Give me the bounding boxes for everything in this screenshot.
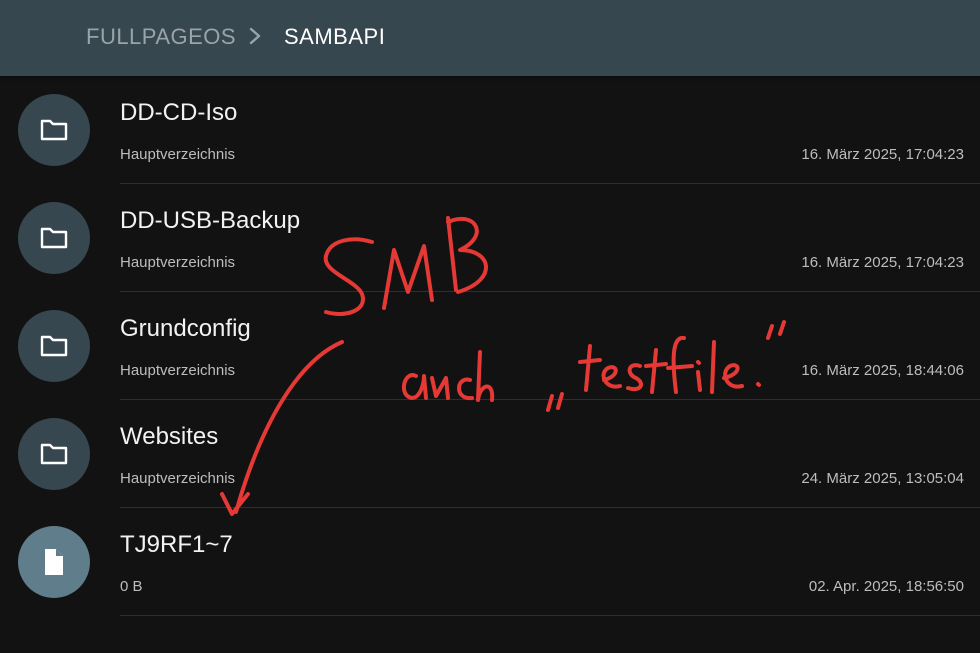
list-item[interactable]: DD-CD-Iso Hauptverzeichnis 16. März 2025… bbox=[0, 76, 980, 184]
item-date: 24. März 2025, 13:05:04 bbox=[801, 470, 964, 487]
item-name: DD-USB-Backup bbox=[120, 207, 301, 234]
folder-icon bbox=[18, 418, 90, 490]
item-location: Hauptverzeichnis bbox=[120, 254, 236, 271]
breadcrumb-root[interactable]: FULLPAGEOS bbox=[86, 24, 236, 50]
list-item[interactable]: DD-USB-Backup Hauptverzeichnis 16. März … bbox=[0, 184, 980, 292]
item-date: 02. Apr. 2025, 18:56:50 bbox=[808, 578, 964, 595]
top-bar: FULLPAGEOS SAMBAPI bbox=[0, 0, 980, 76]
item-date: 16. März 2025, 17:04:23 bbox=[801, 146, 964, 163]
folder-icon bbox=[18, 202, 90, 274]
file-browser-screen: FULLPAGEOS SAMBAPI DD-CD-Iso Hauptverzei… bbox=[0, 0, 980, 653]
item-date: 16. März 2025, 18:44:06 bbox=[801, 362, 964, 379]
list-item[interactable]: Websites Hauptverzeichnis 24. März 2025,… bbox=[0, 400, 980, 508]
folder-icon bbox=[18, 310, 90, 382]
item-location: Hauptverzeichnis bbox=[120, 470, 236, 487]
item-name: DD-CD-Iso bbox=[120, 99, 238, 126]
item-location: Hauptverzeichnis bbox=[120, 362, 236, 379]
item-size: 0 B bbox=[120, 578, 143, 595]
breadcrumb-current: SAMBAPI bbox=[284, 24, 386, 49]
item-location: Hauptverzeichnis bbox=[120, 146, 236, 163]
folder-icon bbox=[18, 94, 90, 166]
divider bbox=[120, 615, 980, 616]
list-item[interactable]: TJ9RF1~7 0 B 02. Apr. 2025, 18:56:50 bbox=[0, 508, 980, 616]
chevron-right-icon bbox=[249, 27, 261, 45]
file-icon bbox=[18, 526, 90, 598]
item-date: 16. März 2025, 17:04:23 bbox=[801, 254, 964, 271]
item-name: Grundconfig bbox=[120, 315, 251, 342]
item-name: Websites bbox=[120, 423, 219, 450]
list-item[interactable]: Grundconfig Hauptverzeichnis 16. März 20… bbox=[0, 292, 980, 400]
item-name: TJ9RF1~7 bbox=[120, 531, 233, 558]
